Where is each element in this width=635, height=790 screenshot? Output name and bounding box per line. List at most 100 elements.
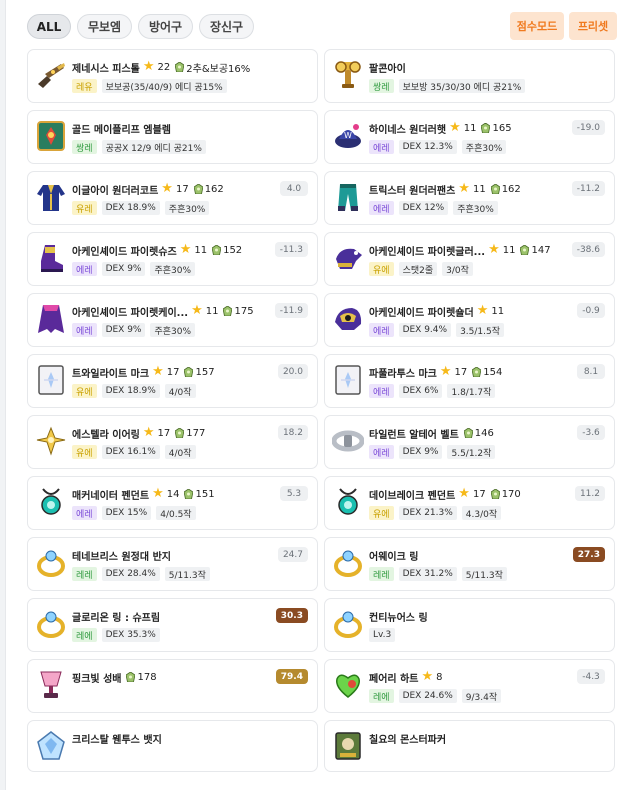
potential-value: 165 bbox=[492, 122, 512, 134]
filter-all-chip[interactable]: ALL bbox=[27, 14, 71, 39]
score-badge: 11.2 bbox=[574, 486, 605, 501]
item-tags: 에레 DEX 6% 1.8/1.7작 bbox=[369, 384, 496, 398]
equipment-card[interactable]: 팔콘아이쌍레 보보방 35/30/30 에디 공21% bbox=[324, 49, 615, 103]
star-icon: ★ bbox=[421, 669, 434, 684]
item-title-row: 타일런트 알테어 벨트 146 bbox=[369, 426, 494, 441]
equipment-card[interactable]: 페어리 하트 ★ 8 레에 DEX 24.6% 9/3.4작 -4.3 bbox=[324, 659, 615, 713]
score-mode-button[interactable]: 점수모드 bbox=[510, 12, 564, 40]
equipment-card[interactable]: 아케인셰이드 파이렛숄더 ★ 11 에레 DEX 9.4% 3.5/1.5작 -0.9 bbox=[324, 293, 615, 347]
stat-tag: DEX 12.3% bbox=[398, 140, 457, 154]
pendant-icon bbox=[35, 485, 67, 519]
equipment-card[interactable]: 파풀라투스 마크 ★ 17 154 에레 DEX 6% 1.8/1.7작 8.1 bbox=[324, 354, 615, 408]
item-name: 컨티뉴어스 링 bbox=[369, 612, 428, 624]
item-name: 팔콘아이 bbox=[369, 63, 406, 75]
equipment-card[interactable]: 매커네이터 펜던트 ★ 14 151 에레 DEX 15% 4/0.5작 5.3 bbox=[27, 476, 318, 530]
filter-armor-chip[interactable]: 방어구 bbox=[138, 14, 193, 39]
star-icon: ★ bbox=[458, 181, 470, 196]
starforce-value: 11 bbox=[194, 244, 208, 256]
potential-gem-icon bbox=[481, 122, 491, 134]
potential-grade-badge: 레에 bbox=[72, 628, 97, 642]
starforce-value: 17 bbox=[157, 427, 171, 439]
preset-button[interactable]: 프리셋 bbox=[569, 12, 617, 40]
stat-tag: 주흔30% bbox=[453, 201, 498, 215]
potential-gem-icon bbox=[223, 305, 233, 317]
equipment-card[interactable]: 아케인셰이드 파이렛케이... ★ 11 175 에레 DEX 9% 주흔30% -11.9 bbox=[27, 293, 318, 347]
item-tags: 유에 DEX 18.9% 4/0작 bbox=[72, 384, 196, 398]
potential-gem-icon bbox=[471, 366, 482, 378]
item-tags: 에레 DEX 12% 주흔30% bbox=[369, 201, 498, 215]
potential-value: 152 bbox=[223, 244, 243, 256]
starforce-value: 11 bbox=[463, 122, 477, 134]
starforce-value: 14 bbox=[166, 488, 180, 500]
equipment-card[interactable]: 에스텔라 이어링 ★ 17 177 유에 DEX 16.1% 4/0작 18.2 bbox=[27, 415, 318, 469]
score-badge: 27.3 bbox=[572, 547, 605, 562]
item-title-row: 페어리 하트 ★ 8 bbox=[369, 669, 443, 685]
item-name: 아케인셰이드 파이렛슈즈 bbox=[72, 246, 177, 258]
potential-grade-badge: 에레 bbox=[369, 323, 394, 337]
pendant-icon bbox=[332, 485, 364, 519]
item-title-row: 데이브레이크 펜던트 ★ 17 170 bbox=[369, 487, 521, 502]
stat-tag: 주흔30% bbox=[164, 201, 210, 215]
potential-gem-icon bbox=[490, 183, 501, 195]
equipment-card[interactable]: 골드 메이플리프 엠블렘 쌍레 공공X 12/9 에디 공21% bbox=[27, 110, 318, 164]
filter-weapon-chip[interactable]: 무보엠 bbox=[77, 14, 132, 39]
ring-icon bbox=[35, 607, 67, 641]
item-title-row: 팔콘아이 bbox=[369, 60, 406, 75]
item-name: 크리스탈 웬투스 뱃지 bbox=[72, 734, 162, 746]
stat-tag: 공공X 12/9 에디 공21% bbox=[101, 140, 206, 154]
item-name: 에스텔라 이어링 bbox=[72, 429, 140, 441]
equipment-card[interactable]: W 하이네스 원더러햇 ★ 11 165 에레 DEX 12.3% 주흔30% -19.0 bbox=[324, 110, 615, 164]
item-name: 매커네이터 펜던트 bbox=[72, 490, 150, 502]
item-tags: 쌍레 공공X 12/9 에디 공21% bbox=[72, 140, 206, 154]
equipment-card[interactable]: 타일런트 알테어 벨트 146 에레 DEX 9% 5.5/1.2작 -3.6 bbox=[324, 415, 615, 469]
stat-tag: DEX 9.4% bbox=[398, 323, 452, 337]
score-badge: 79.4 bbox=[275, 669, 308, 684]
item-title-row: 글로리온 링 : 슈프림 bbox=[72, 609, 160, 624]
item-tags: 에레 DEX 9% 5.5/1.2작 bbox=[369, 445, 496, 459]
potential-value: 151 bbox=[195, 488, 215, 500]
item-name: 핑크빛 성배 bbox=[72, 673, 122, 685]
potential-grade-badge: 유에 bbox=[369, 506, 394, 520]
item-tags: 쌍레 보보방 35/30/30 에디 공21% bbox=[369, 79, 526, 93]
equipment-card[interactable]: 아케인셰이드 파이렛글러... ★ 11 147 유에 스탯2줄 3/0작 -38.6 bbox=[324, 232, 615, 286]
equipment-card[interactable]: 칠요의 몬스터파커 bbox=[324, 720, 615, 772]
potential-gem-icon bbox=[174, 427, 185, 439]
stat-tag: 주흔30% bbox=[150, 323, 196, 337]
equipment-card[interactable]: 이글아이 원더러코트 ★ 17 162 유레 DEX 18.9% 주흔30% 4.0 bbox=[27, 171, 318, 225]
stat-tag: DEX 24.6% bbox=[398, 689, 457, 703]
stat-tag: 4.3/0작 bbox=[461, 506, 502, 520]
potential-value: 162 bbox=[204, 183, 224, 195]
stat-tag: 3.5/1.5작 bbox=[456, 323, 505, 337]
equipment-card[interactable]: 트릭스터 원더러팬츠 ★ 11 162 에레 DEX 12% 주흔30% -11.2 bbox=[324, 171, 615, 225]
item-title-row: 아케인셰이드 파이렛글러... ★ 11 147 bbox=[369, 243, 551, 258]
score-badge: -3.6 bbox=[577, 425, 605, 440]
svg-text:W: W bbox=[344, 131, 352, 140]
equipment-card[interactable]: 아케인셰이드 파이렛슈즈 ★ 11 152 에레 DEX 9% 주흔30% -11.3 bbox=[27, 232, 318, 286]
score-badge: -4.3 bbox=[577, 669, 605, 684]
filter-accessory-chip[interactable]: 장신구 bbox=[199, 14, 254, 39]
stat-tag: 보보공(35/40/9) 에디 공15% bbox=[101, 79, 227, 93]
score-badge: -38.6 bbox=[571, 242, 605, 257]
equipment-card[interactable]: 크리스탈 웬투스 뱃지 bbox=[27, 720, 318, 772]
item-name: 트릭스터 원더러팬츠 bbox=[369, 185, 456, 197]
item-name: 이글아이 원더러코트 bbox=[72, 185, 159, 197]
potential-value: 178 bbox=[137, 671, 157, 683]
item-title-row: 제네시스 피스톨 ★ 22 2추&보공16% bbox=[72, 60, 250, 75]
potential-value: 154 bbox=[483, 366, 503, 378]
equipment-card[interactable]: 트와일라이트 마크 ★ 17 157 유에 DEX 18.9% 4/0작 20.0 bbox=[27, 354, 318, 408]
potential-value: 175 bbox=[234, 305, 254, 317]
equipment-card[interactable]: 테네브리스 원정대 반지 레레 DEX 28.4% 5/11.3작 24.7 bbox=[27, 537, 318, 591]
equipment-card[interactable]: 컨티뉴어스 링 Lv.3 bbox=[324, 598, 615, 652]
potential-grade-badge: 에레 bbox=[72, 262, 97, 276]
star-icon: ★ bbox=[152, 486, 164, 501]
potential-value: 162 bbox=[501, 183, 521, 195]
equipment-card[interactable]: 어웨이크 링 레레 DEX 31.2% 5/11.3작 27.3 bbox=[324, 537, 615, 591]
equipment-card[interactable]: 제네시스 피스톨 ★ 22 2추&보공16% 레유 보보공(35/40/9) 에디 공15… bbox=[27, 49, 318, 103]
item-title-row: 칠요의 몬스터파커 bbox=[369, 731, 446, 746]
item-tags: 에레 DEX 9% 주흔30% bbox=[72, 262, 196, 276]
equipment-card[interactable]: 핑크빛 성배 178 79.4 bbox=[27, 659, 318, 713]
equipment-card[interactable]: 데이브레이크 펜던트 ★ 17 170 유에 DEX 21.3% 4.3/0작 11.2 bbox=[324, 476, 615, 530]
stat-tag: DEX 12% bbox=[398, 201, 449, 215]
equipment-card[interactable]: 글로리온 링 : 슈프림 레에 DEX 35.3% 30.3 bbox=[27, 598, 318, 652]
stat-tag: DEX 6% bbox=[398, 384, 443, 398]
